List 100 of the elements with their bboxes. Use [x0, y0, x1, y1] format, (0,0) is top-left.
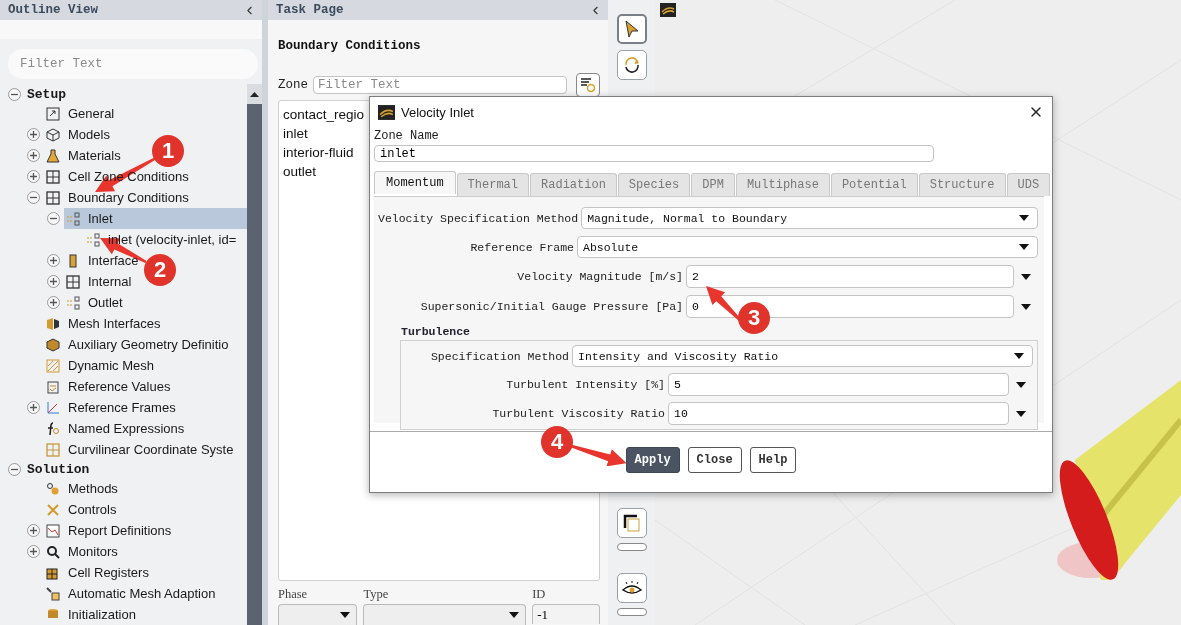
tree-item[interactable]: Named Expressions: [44, 418, 189, 439]
tools-icon: [46, 502, 60, 517]
tree-item[interactable]: Dynamic Mesh: [44, 355, 158, 376]
tree-item[interactable]: Internal: [64, 271, 136, 292]
pointer-icon: [624, 20, 639, 38]
box-icon: [46, 337, 60, 352]
dialog-title: Velocity Inlet: [401, 104, 475, 120]
tab[interactable]: Thermal: [456, 173, 530, 196]
tree-item[interactable]: Reference Frames: [44, 397, 180, 418]
clipboard-icon: [46, 379, 60, 394]
tree-toggle[interactable]: [27, 524, 40, 537]
zone-name-field[interactable]: inlet: [374, 145, 934, 162]
tree-toggle[interactable]: [27, 128, 40, 141]
tree-item[interactable]: Methods: [44, 478, 122, 499]
close-button[interactable]: Close: [687, 447, 742, 473]
flow-icon: [66, 211, 80, 226]
grid-icon: [66, 274, 80, 289]
tree-item[interactable]: Solution: [27, 458, 94, 480]
caret-icon: [340, 612, 351, 618]
gear-icon: [46, 481, 60, 496]
caret-icon: [1016, 381, 1026, 388]
tree-toggle[interactable]: [27, 401, 40, 414]
zone-filter-field[interactable]: Filter Text: [313, 76, 567, 94]
dropdown[interactable]: Intensity and Viscosity Ratio: [572, 345, 1033, 367]
tree-item[interactable]: inlet (velocity-inlet, id=: [84, 229, 241, 250]
app-logo-icon: [378, 104, 395, 120]
field-label: Specification Method: [429, 349, 569, 363]
tree-item[interactable]: Boundary Conditions: [44, 187, 193, 208]
tree-item[interactable]: Inlet: [64, 208, 247, 229]
number-field[interactable]: 5: [668, 373, 1009, 396]
tree-item[interactable]: Materials: [44, 145, 125, 166]
apply-button[interactable]: Apply: [625, 447, 680, 473]
tree-item[interactable]: Controls: [44, 499, 121, 520]
tab[interactable]: DPM: [691, 173, 735, 196]
scrollbar[interactable]: [247, 84, 262, 625]
field-label: Velocity Specification Method: [378, 211, 579, 225]
number-field[interactable]: 10: [668, 402, 1009, 425]
dropdown[interactable]: Magnitude, Normal to Boundary: [581, 207, 1038, 229]
rotate-tool-button[interactable]: [616, 50, 647, 80]
grid-icon: [46, 190, 60, 205]
logo-icon: [660, 3, 676, 17]
copy-tool-button[interactable]: [616, 508, 647, 538]
tab[interactable]: Species: [617, 173, 691, 196]
tree-toggle[interactable]: [47, 296, 60, 309]
select-tool-button[interactable]: [616, 14, 647, 44]
tree-item[interactable]: Monitors: [44, 541, 122, 562]
expand-handle[interactable]: [616, 608, 647, 616]
filter-options-button[interactable]: [576, 73, 600, 97]
tree-toggle[interactable]: [27, 545, 40, 558]
tab[interactable]: Structure: [918, 173, 1006, 196]
tree-item[interactable]: General: [44, 103, 119, 124]
help-button[interactable]: Help: [749, 447, 797, 473]
function-icon: [46, 421, 60, 436]
tab[interactable]: Momentum: [374, 171, 456, 194]
tree-item[interactable]: Outlet: [64, 292, 127, 313]
number-field[interactable]: 2: [686, 265, 1014, 288]
tree-toggle[interactable]: [47, 275, 60, 288]
tree-item[interactable]: Models: [44, 124, 114, 145]
field-label: Turbulent Intensity [%]: [505, 378, 665, 391]
tree-toggle[interactable]: [8, 87, 21, 101]
tree-item[interactable]: Auxiliary Geometry Definitio: [44, 334, 233, 355]
scroll-up-icon[interactable]: [250, 91, 259, 97]
flow-icon: [86, 232, 100, 247]
grid-icon: [46, 586, 60, 601]
zone-name-label: Zone Name: [374, 129, 440, 143]
caret-icon: [1021, 273, 1031, 280]
caret-icon: [509, 612, 520, 618]
tree-toggle[interactable]: [27, 191, 40, 204]
panel-title: Task Page: [276, 3, 344, 17]
tree-item[interactable]: Curvilinear Coordinate Syste: [44, 439, 238, 460]
dropdown[interactable]: Absolute: [577, 236, 1038, 258]
field-label: Reference Frame: [469, 240, 574, 254]
tree-item[interactable]: Interface: [64, 250, 143, 271]
rotate-icon: [622, 56, 641, 74]
tree-toggle[interactable]: [27, 149, 40, 162]
expand-handle[interactable]: [616, 543, 647, 551]
document-icon: [46, 106, 60, 121]
filter-field[interactable]: Filter Text: [8, 49, 258, 79]
tree-item[interactable]: Cell Registers: [44, 562, 153, 583]
type-label: Type: [363, 587, 390, 601]
grid-icon: [46, 442, 60, 457]
tree-toggle[interactable]: [47, 254, 60, 267]
tree-item[interactable]: Automatic Mesh Adaption: [44, 583, 220, 604]
tree-toggle[interactable]: [47, 212, 60, 225]
axes-icon: [46, 400, 60, 415]
tree-item[interactable]: Report Definitions: [44, 520, 176, 541]
tab[interactable]: Potential: [830, 173, 918, 196]
tree-toggle[interactable]: [27, 170, 40, 183]
tab[interactable]: Radiation: [530, 173, 617, 196]
tree-toggle[interactable]: [8, 462, 21, 476]
tab[interactable]: UDS: [1006, 173, 1051, 196]
field-label: Turbulent Viscosity Ratio: [491, 407, 665, 420]
tree-item[interactable]: Mesh Interfaces: [44, 313, 165, 334]
section-heading: Boundary Conditions: [278, 39, 422, 53]
id-field[interactable]: -1: [532, 604, 600, 624]
view-tool-button[interactable]: [616, 573, 647, 603]
tree-item[interactable]: Initialization: [44, 604, 140, 625]
tab[interactable]: Multiphase: [735, 173, 830, 196]
tree-item[interactable]: Setup: [27, 84, 70, 105]
tree-item[interactable]: Reference Values: [44, 376, 175, 397]
